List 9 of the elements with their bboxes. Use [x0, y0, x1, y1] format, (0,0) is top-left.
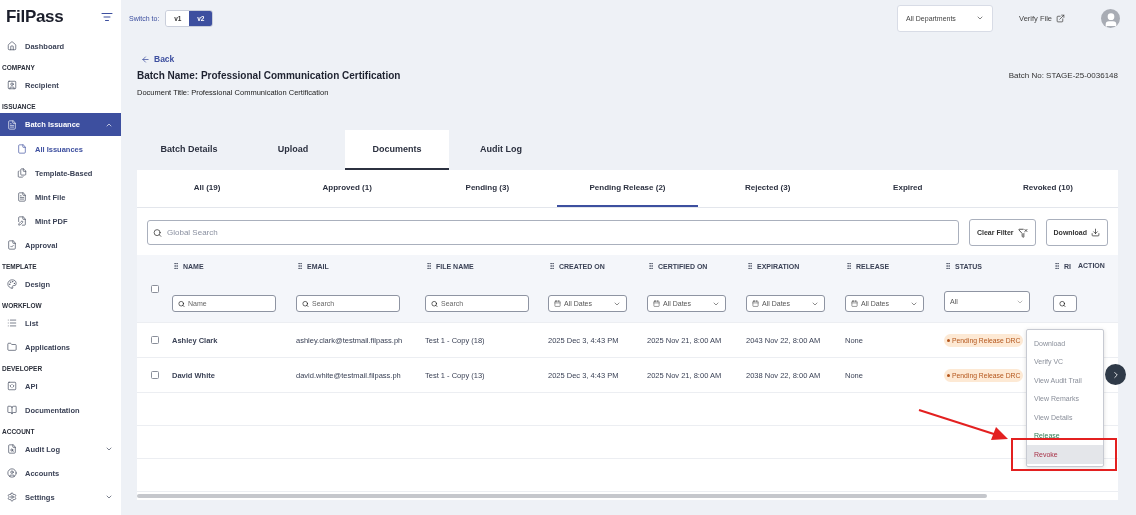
batch-number: Batch No: STAGE-25-0036148: [1008, 71, 1118, 80]
tab[interactable]: Upload: [241, 130, 345, 170]
app-logo: FilPass: [6, 7, 64, 27]
back-link[interactable]: Back: [141, 54, 1118, 64]
tab[interactable]: Documents: [345, 130, 449, 170]
global-search-field[interactable]: Global Search: [147, 220, 959, 245]
batch-name: Batch Name: Professional Communication Certification: [137, 70, 401, 81]
tab[interactable]: Audit Log: [449, 130, 553, 170]
tab[interactable]: Batch Details: [137, 130, 241, 170]
